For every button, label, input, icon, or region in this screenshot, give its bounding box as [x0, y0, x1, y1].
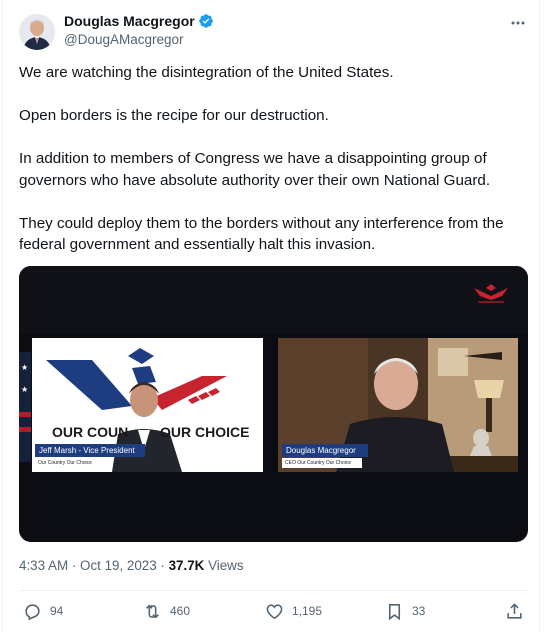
right-video-panel: Douglas Macgregor CEO Our Country Our Ch… [278, 338, 518, 472]
repost-button[interactable]: 460 [143, 596, 190, 626]
like-button[interactable]: 1,195 [265, 596, 322, 626]
tweet-paragraph: In addition to members of Congress we ha… [19, 150, 491, 189]
bookmark-count: 33 [412, 604, 426, 618]
left-lower-sub: Our Country Our Choice [35, 458, 99, 468]
tweet-card: Douglas Macgregor @DougAMacgregor We are… [2, 0, 540, 632]
svg-text:★: ★ [21, 363, 28, 372]
action-bar: 94 460 1,195 33 [19, 596, 531, 626]
video-top-bar [19, 266, 528, 334]
divider [19, 590, 529, 591]
left-lower-third: Jeff Marsh - Vice President [35, 444, 145, 457]
verified-icon [198, 13, 214, 29]
tweet-meta: 4:33 AM · Oct 19, 2023 · 37.7K Views [19, 558, 244, 573]
share-button[interactable] [505, 596, 524, 626]
tweet-paragraph: Open borders is the recipe for our destr… [19, 107, 329, 124]
tweet-paragraph: We are watching the disintegration of th… [19, 64, 394, 81]
video-media[interactable]: ★ ★ OUR COUN OUR CHOICE Jeff Marsh - Vic… [19, 266, 528, 542]
timestamp[interactable]: 4:33 AM · Oct 19, 2023 · [19, 558, 169, 573]
views-count: 37.7K [168, 558, 205, 573]
occ-logo-icon [474, 284, 508, 303]
left-video-panel: OUR COUN OUR CHOICE Jeff Marsh - Vice Pr… [32, 338, 263, 472]
reply-button[interactable]: 94 [23, 596, 63, 626]
banner-text-left: OUR COUN [52, 424, 129, 440]
right-lower-sub: CEO Our Country Our Choice [282, 458, 362, 468]
author-names: Douglas Macgregor @DougAMacgregor [64, 13, 214, 47]
avatar[interactable] [19, 14, 55, 50]
reply-icon [25, 603, 40, 620]
right-lower-third: Douglas Macgregor [282, 444, 368, 457]
more-icon[interactable] [507, 14, 529, 32]
handle[interactable]: @DougAMacgregor [64, 32, 214, 47]
like-icon [266, 603, 283, 619]
banner-text-right: OUR CHOICE [160, 424, 250, 440]
views-label: Views [204, 558, 244, 573]
reply-count: 94 [50, 604, 64, 618]
share-icon [507, 602, 522, 619]
display-name[interactable]: Douglas Macgregor [64, 13, 195, 29]
tweet-header: Douglas Macgregor @DougAMacgregor [19, 10, 529, 54]
tweet-paragraph: They could deploy them to the borders wi… [19, 214, 504, 254]
bookmark-button[interactable]: 33 [385, 596, 425, 626]
tweet-text: We are watching the disintegration of th… [19, 62, 531, 277]
avatar-image [19, 14, 55, 50]
repost-count: 460 [170, 604, 191, 618]
like-count: 1,195 [292, 604, 323, 618]
flag-decoration: ★ ★ [19, 352, 31, 462]
svg-text:★: ★ [21, 385, 28, 394]
bookmark-icon [388, 603, 401, 620]
repost-icon [146, 603, 159, 619]
